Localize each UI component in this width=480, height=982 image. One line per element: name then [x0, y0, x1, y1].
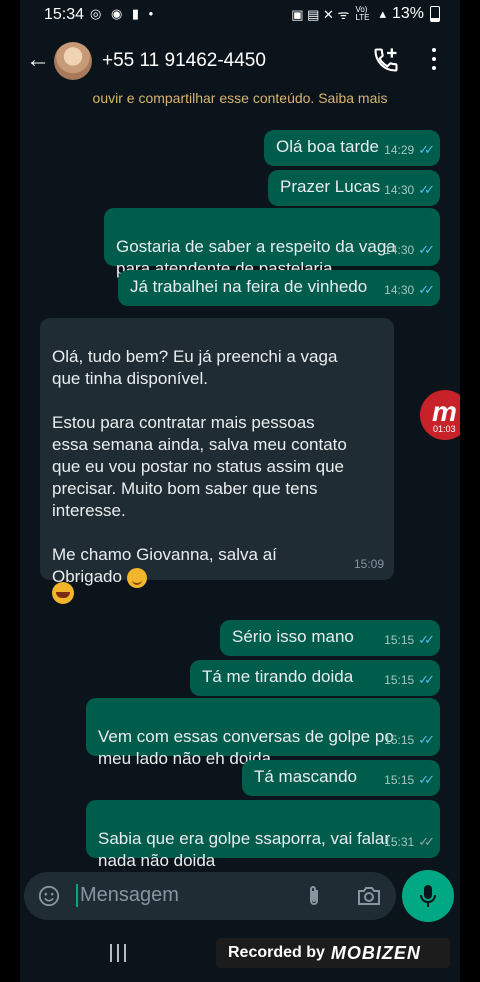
status-time: 15:34: [44, 6, 85, 23]
message-time: 14:30: [384, 243, 415, 257]
navigation-bar: Recorded by MOBIZEN: [20, 930, 460, 982]
message-text: Tá mascando: [254, 767, 357, 786]
message-meta: 15:15 ✓✓: [384, 729, 435, 751]
read-ticks-icon: ✓✓: [418, 672, 435, 687]
add-call-icon[interactable]: [372, 46, 400, 74]
message-meta: 14:30 ✓✓: [384, 279, 435, 301]
message-text: Tá me tirando doida: [202, 667, 354, 686]
recorder-watermark: Recorded by MOBIZEN: [216, 938, 450, 968]
chat-header: ← +55 11 91462-4450: [20, 30, 460, 90]
message-bubble[interactable]: Gostaria de saber a respeito da vaga par…: [104, 208, 440, 278]
message-time: 14:30: [384, 283, 415, 297]
message-bubble[interactable]: Olá, tudo bem? Eu já preenchi a vaga que…: [40, 318, 394, 588]
message-time: 15:15: [384, 773, 415, 787]
screen: 15:34 ◎ ◉ ▮ • ▣ ▤ ✕ ᯤ Vo) LTE ▴ 13% ← +5…: [20, 0, 460, 982]
recording-timer: 01:03: [433, 424, 456, 434]
notification-icons: ◎ ◉ ▮ •: [90, 6, 157, 21]
message-text: Sabia que era golpe ssaporra, vai falar …: [98, 829, 391, 868]
read-ticks-icon: ✓✓: [418, 632, 435, 647]
message-text: Olá, tudo bem? Eu já preenchi a vaga que…: [52, 347, 347, 586]
message-bubble[interactable]: Tá mascando 15:15 ✓✓: [242, 760, 440, 796]
message-time: 15:31: [384, 835, 415, 849]
message-bubble[interactable]: Sério isso mano 15:15 ✓✓: [220, 620, 440, 656]
message-bubble[interactable]: Tá me tirando doida 15:15 ✓✓: [190, 660, 440, 696]
read-ticks-icon: ✓✓: [418, 732, 435, 747]
battery-percent: 13%: [391, 5, 424, 22]
message-bubble[interactable]: Já trabalhei na feira de vinhedo 14:30 ✓✓: [118, 270, 440, 306]
avatar[interactable]: [54, 42, 92, 80]
message-input-bar: Mensagem: [24, 872, 396, 920]
system-status-icons: ▣ ▤ ✕ ᯤ: [291, 7, 350, 22]
attach-icon[interactable]: [304, 884, 324, 908]
sticker-emoji-icon[interactable]: [38, 885, 60, 907]
message-input[interactable]: Mensagem: [76, 884, 179, 907]
back-arrow-icon[interactable]: ←: [26, 46, 50, 74]
message-time: 15:09: [353, 557, 384, 571]
chat-area: ouvir e compartilhar esse conteúdo. Saib…: [20, 90, 460, 868]
message-meta: 15:09: [354, 553, 384, 575]
message-time: 15:15: [384, 673, 415, 687]
recent-apps-icon[interactable]: [110, 944, 130, 962]
message-text: Prazer Lucas: [280, 177, 381, 196]
message-text: Olá boa tarde: [276, 137, 380, 156]
battery-icon: [430, 6, 440, 22]
status-bar: 15:34 ◎ ◉ ▮ • ▣ ▤ ✕ ᯤ Vo) LTE ▴ 13%: [20, 0, 460, 30]
delivered-ticks-icon: ✓✓: [418, 834, 435, 849]
watermark-prefix: Recorded by: [228, 944, 325, 961]
message-meta: 15:31 ✓✓: [384, 831, 435, 853]
signal-icon: ▴: [379, 6, 386, 21]
microphone-icon: [420, 885, 436, 907]
read-ticks-icon: ✓✓: [418, 242, 435, 257]
message-meta: 15:15 ✓✓: [384, 629, 435, 651]
message-bubble[interactable]: Prazer Lucas 14:30 ✓✓: [268, 170, 440, 206]
network-label: Vo) LTE: [355, 5, 370, 22]
system-icons: ▣ ▤ ✕ ᯤ Vo) LTE ▴ 13%: [291, 5, 440, 23]
watermark-brand: MOBIZEN: [330, 942, 421, 963]
contact-name[interactable]: +55 11 91462-4450: [102, 50, 266, 72]
message-text: Já trabalhei na feira de vinhedo: [130, 277, 368, 296]
read-ticks-icon: ✓✓: [418, 142, 435, 157]
camera-icon[interactable]: [356, 884, 382, 908]
message-time: 15:15: [384, 733, 415, 747]
read-ticks-icon: ✓✓: [418, 772, 435, 787]
message-meta: 14:30 ✓✓: [384, 239, 435, 261]
read-ticks-icon: ✓✓: [418, 282, 435, 297]
message-meta: 15:15 ✓✓: [384, 769, 435, 791]
mic-button[interactable]: [402, 870, 454, 922]
laughing-reaction-icon[interactable]: [52, 582, 74, 604]
message-bubble[interactable]: Sabia que era golpe ssaporra, vai falar …: [86, 800, 440, 868]
recording-overlay[interactable]: m 01:03: [420, 390, 460, 440]
message-bubble[interactable]: Vem com essas conversas de golpe po meu …: [86, 698, 440, 768]
message-meta: 14:29 ✓✓: [384, 139, 435, 161]
message-meta: 15:15 ✓✓: [384, 669, 435, 691]
security-notice[interactable]: ouvir e compartilhar esse conteúdo. Saib…: [20, 90, 460, 106]
message-text: Sério isso mano: [232, 627, 354, 646]
message-time: 14:30: [384, 183, 415, 197]
read-ticks-icon: ✓✓: [418, 182, 435, 197]
message-meta: 14:30 ✓✓: [384, 179, 435, 201]
message-time: 15:15: [384, 633, 415, 647]
smiling-emoji-icon: [126, 567, 147, 588]
message-time: 14:29: [384, 143, 415, 157]
message-bubble[interactable]: Olá boa tarde 14:29 ✓✓: [264, 130, 440, 166]
more-options-icon[interactable]: [430, 48, 438, 74]
